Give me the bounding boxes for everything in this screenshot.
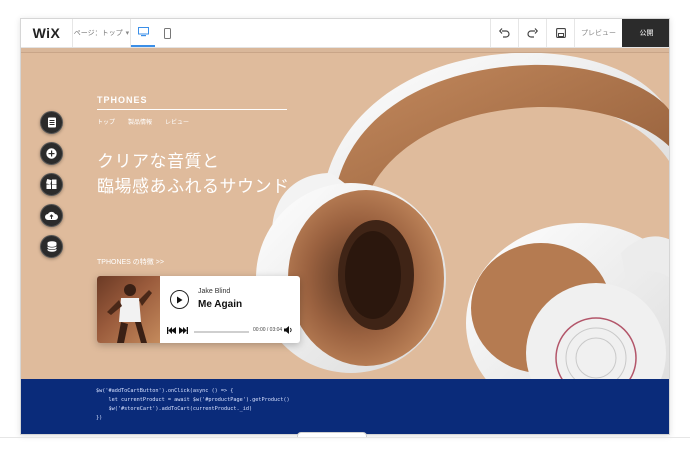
undo-icon (499, 28, 510, 38)
preview-button[interactable]: プレビュー (574, 19, 622, 47)
desktop-view-button[interactable] (131, 19, 155, 47)
redo-button[interactable] (518, 19, 546, 47)
wix-logo: WiX (21, 19, 73, 47)
redo-icon (527, 28, 538, 38)
hero-headline-line-1: クリアな音質と (97, 152, 220, 171)
bottom-divider (0, 437, 690, 438)
upload-tool-button[interactable] (40, 204, 63, 227)
next-track-icon[interactable] (179, 327, 188, 334)
save-button[interactable] (546, 19, 574, 47)
page-select-dropdown[interactable]: ページ：トップ ▾ (73, 19, 131, 47)
play-icon (177, 296, 183, 303)
hero-section[interactable]: TPHONES トップ 製品情報 レビュー クリアな音質と 臨場感あふれるサウン… (21, 53, 669, 379)
previous-track-icon[interactable] (167, 327, 176, 334)
editor-frame: WiX ページ：トップ ▾ プレビュー 公開 TPHONES トップ 製品情報 … (20, 18, 670, 435)
undo-button[interactable] (490, 19, 518, 47)
database-icon (46, 241, 57, 252)
progress-slider[interactable] (194, 331, 249, 333)
pages-tool-button[interactable] (40, 111, 63, 134)
runner-image (107, 284, 152, 343)
pages-icon (47, 117, 56, 128)
desktop-icon (137, 27, 149, 37)
mobile-view-button[interactable] (155, 19, 179, 47)
database-tool-button[interactable] (40, 235, 63, 258)
nav-item-products[interactable]: 製品情報 (128, 117, 152, 126)
play-button[interactable] (170, 290, 189, 309)
hero-headline: クリアな音質と 臨場感あふれるサウンド (97, 149, 290, 199)
code-line-2: let currentProduct = await $w('#productP… (96, 397, 290, 403)
site-brand[interactable]: TPHONES (97, 95, 148, 105)
app-market-tool-button[interactable] (40, 173, 63, 196)
code-line-1: $w('#addToCartButton').onClick(async () … (96, 388, 234, 394)
feature-link[interactable]: TPHONES の特徴 >> (97, 257, 164, 267)
app-market-icon (46, 179, 57, 189)
add-tool-button[interactable] (40, 142, 63, 165)
brand-divider (97, 109, 287, 110)
site-nav: トップ 製品情報 レビュー (97, 117, 189, 126)
mobile-icon (163, 27, 171, 39)
nav-item-top[interactable]: トップ (97, 117, 115, 126)
upload-icon (45, 211, 58, 220)
song-title: Me Again (198, 299, 243, 310)
code-line-3: $w('#storeCart').addToCart(currentProduc… (96, 406, 253, 412)
add-icon (46, 148, 57, 159)
playback-controls (167, 327, 188, 334)
nav-item-reviews[interactable]: レビュー (165, 117, 189, 126)
code-line-4: }) (96, 415, 103, 421)
artist-name: Jake Blind (198, 288, 231, 295)
bottom-collapse-tab[interactable] (297, 432, 367, 437)
editor-topbar: WiX ページ：トップ ▾ プレビュー 公開 (21, 19, 669, 48)
track-time: 00:00 / 03:04 (253, 327, 283, 333)
code-panel[interactable]: $w('#addToCartButton').onClick(async () … (21, 379, 669, 434)
hero-headline-line-2: 臨場感あふれるサウンド (97, 177, 290, 196)
save-icon (555, 28, 566, 38)
music-player-widget[interactable]: Jake Blind Me Again 00:00 / 03:04 (97, 276, 300, 343)
publish-button[interactable]: 公開 (622, 19, 669, 47)
page-select-label: ページ：トップ (73, 30, 123, 37)
album-artwork (97, 276, 160, 343)
chevron-down-icon: ▾ (125, 30, 130, 37)
volume-icon[interactable] (284, 326, 293, 334)
